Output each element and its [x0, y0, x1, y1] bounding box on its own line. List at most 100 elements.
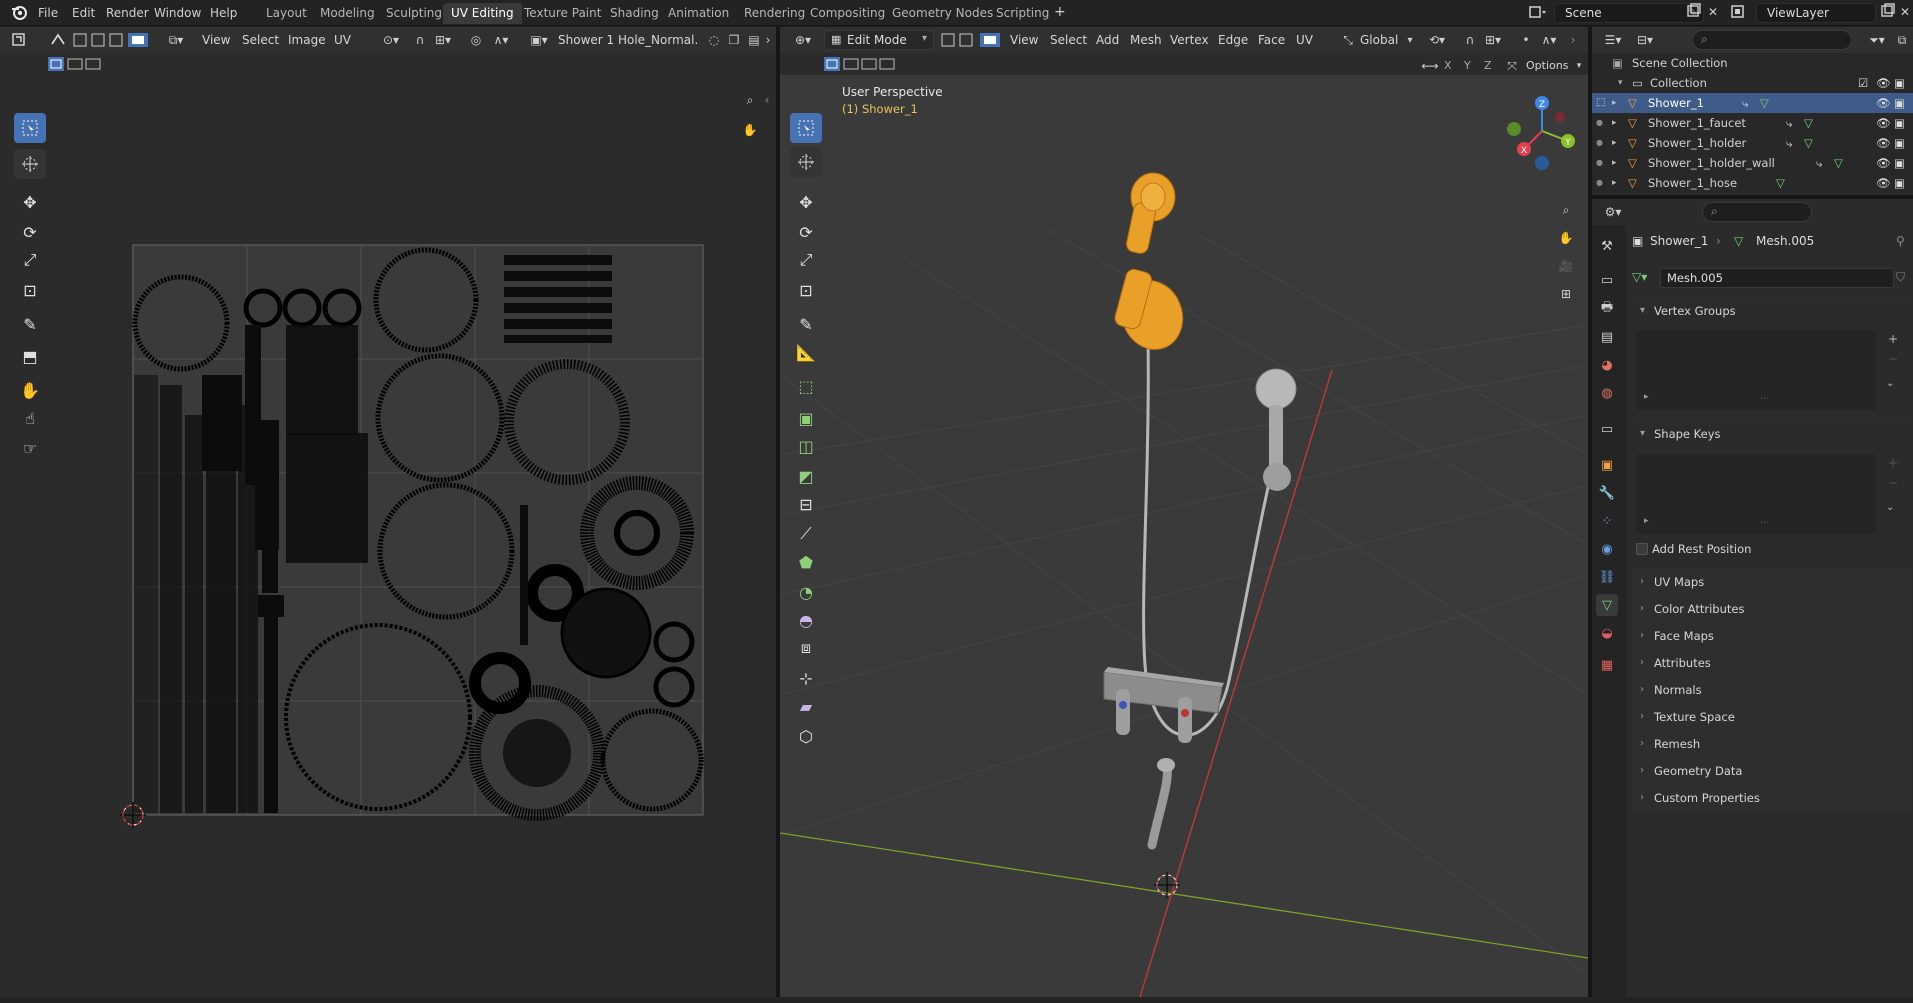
vp-select-box-tool-icon[interactable] — [790, 113, 822, 143]
new-collection-icon[interactable]: ⧉ — [1892, 31, 1912, 49]
uv-sync-icon[interactable] — [48, 31, 68, 49]
snap-element-dropdown[interactable]: ⊞▾ — [1480, 31, 1506, 49]
image-browse-dropdown[interactable]: ▣▾ — [526, 31, 552, 49]
texture-space-panel-header[interactable]: › Texture Space — [1632, 703, 1912, 729]
outliner-item-shower-1[interactable]: ⬚ ▸ ▽ Shower_1 ⤷ ▽ 👁 ▣ — [1592, 93, 1913, 113]
display-mode-dropdown[interactable]: ⊟▾ — [1632, 31, 1658, 49]
scene-field[interactable]: Scene ✎ — [1554, 3, 1704, 23]
visibility-icon[interactable]: 👁 — [1876, 133, 1891, 153]
vp-annotate-tool-icon[interactable]: ✎ — [790, 309, 822, 339]
vp-measure-tool-icon[interactable]: 📐 — [790, 337, 822, 367]
shear-tool-icon[interactable]: ▰ — [790, 691, 822, 721]
shape-keys-panel-header[interactable]: ▾ Shape Keys — [1632, 420, 1912, 446]
vertex-group-specials-icon[interactable]: ⌄ — [1886, 378, 1894, 389]
vp-menu-uv[interactable]: UV — [1296, 32, 1313, 48]
delete-scene-icon[interactable]: ✕ — [1708, 3, 1718, 21]
menu-window[interactable]: Window — [154, 4, 201, 22]
tab-animation[interactable]: Animation — [660, 3, 737, 24]
uv-canvas[interactable] — [0, 75, 776, 997]
new-scene-icon[interactable] — [1686, 3, 1702, 21]
render-tab-icon[interactable]: ▭ — [1596, 269, 1618, 291]
move-tool-icon[interactable]: ✥ — [14, 187, 46, 217]
tool-tab-icon[interactable]: ⚒ — [1596, 235, 1618, 257]
bevel-tool-icon[interactable]: ◩ — [790, 461, 822, 491]
output-tab-icon[interactable]: 🖶 — [1596, 298, 1618, 320]
outliner-item-shower-1-hose[interactable]: ● ▸ ▽ Shower_1_hose ▽ 👁 ▣ — [1592, 173, 1913, 193]
pan-hand-icon[interactable]: ✋ — [740, 121, 760, 139]
orientation-dropdown[interactable]: Global — [1360, 32, 1398, 48]
extrude-tool-icon[interactable]: ▣ — [790, 403, 822, 433]
vertex-groups-list[interactable]: ▸ ⋯ — [1636, 330, 1876, 410]
proportional-edit-toggle-icon[interactable]: • — [1516, 31, 1536, 49]
mirror-icon[interactable]: ⟷ — [1420, 57, 1440, 75]
shape-keys-list[interactable]: ▸ ⋯ — [1636, 454, 1876, 534]
expand-icon[interactable]: ▸ — [1612, 133, 1617, 153]
outliner-item-shower-1-faucet[interactable]: ● ▸ ▽ Shower_1_faucet ⤷ ▽ 👁 ▣ — [1592, 113, 1913, 133]
mirror-axis-z[interactable]: Z — [1484, 58, 1492, 74]
list-resize-handle[interactable]: ⋯ — [1760, 518, 1769, 528]
filter-dropdown[interactable]: ⏷▾ — [1864, 31, 1890, 49]
mesh-select-mode-group[interactable] — [940, 31, 1002, 49]
sticky-select-dropdown[interactable]: ⧉▾ — [162, 31, 190, 49]
tab-layout[interactable]: Layout — [258, 3, 315, 24]
cursor-tool-icon[interactable] — [14, 149, 46, 179]
shrink-fatten-tool-icon[interactable]: ⊹ — [790, 663, 822, 693]
uv-menu-view[interactable]: View — [202, 32, 230, 48]
vp-scale-tool-icon[interactable]: ⤢ — [790, 245, 822, 275]
vp-menu-mesh[interactable]: Mesh — [1130, 32, 1162, 48]
object-tab-icon[interactable]: ▣ — [1596, 454, 1618, 476]
transform-tool-icon[interactable]: ⊡ — [14, 275, 46, 305]
collection-expand-icon[interactable]: ▾ — [1618, 73, 1623, 93]
options-chevron-icon[interactable]: ▾ — [1574, 57, 1584, 75]
expand-icon[interactable]: ▸ — [1612, 153, 1617, 173]
rotate-tool-icon[interactable]: ⟳ — [14, 217, 46, 247]
geometry-data-panel-header[interactable]: › Geometry Data — [1632, 757, 1912, 783]
outliner-item-shower-1-holder[interactable]: ● ▸ ▽ Shower_1_holder ⤷ ▽ 👁 ▣ — [1592, 133, 1913, 153]
smooth-tool-icon[interactable]: ◓ — [790, 605, 822, 635]
custom-properties-panel-header[interactable]: › Custom Properties — [1632, 784, 1912, 810]
new-image-icon[interactable]: ❐ — [724, 31, 744, 49]
vertex-groups-panel-header[interactable]: ▾ Vertex Groups — [1632, 297, 1912, 323]
menu-render[interactable]: Render — [106, 4, 149, 22]
orientation-chevron-icon[interactable]: ▾ — [1404, 31, 1416, 49]
add-workspace-icon[interactable]: + — [1054, 3, 1066, 21]
image-name-field[interactable]: Shower 1 Hole_Normal.jpg — [558, 32, 698, 48]
poly-build-tool-icon[interactable]: ⬟ — [790, 547, 822, 577]
vp-header-overflow-icon[interactable]: › — [1566, 31, 1580, 49]
vp-menu-select[interactable]: Select — [1050, 32, 1087, 48]
snap-icon[interactable]: ∩ — [410, 31, 430, 49]
rip-region-tool-icon[interactable]: ⬒ — [14, 341, 46, 371]
visibility-icon[interactable]: 👁 — [1876, 93, 1891, 113]
uv-menu-uv[interactable]: UV — [334, 32, 351, 48]
blender-logo-icon[interactable] — [10, 3, 28, 21]
world-tab-icon[interactable]: ◍ — [1596, 382, 1618, 404]
add-vertex-group-icon[interactable]: + — [1888, 332, 1898, 346]
options-dropdown[interactable]: Options — [1526, 58, 1568, 74]
expand-icon[interactable]: ▸ — [1612, 173, 1617, 193]
vp-menu-vertex[interactable]: Vertex — [1170, 32, 1209, 48]
attributes-panel-header[interactable]: › Attributes — [1632, 649, 1912, 675]
proportional-falloff-dropdown[interactable]: ∧▾ — [488, 31, 514, 49]
pinch-tool-icon[interactable]: ☞ — [14, 433, 46, 463]
menu-help[interactable]: Help — [210, 4, 237, 22]
vp-menu-edge[interactable]: Edge — [1218, 32, 1248, 48]
mirror-axis-x[interactable]: X — [1444, 58, 1452, 74]
vp-select-box-mode-group[interactable] — [822, 55, 900, 73]
render-camera-icon[interactable]: ▣ — [1894, 133, 1905, 153]
add-shape-key-icon[interactable]: + — [1888, 456, 1898, 470]
snap-toggle-icon[interactable]: ∩ — [1460, 31, 1480, 49]
expand-icon[interactable]: ▸ — [1612, 113, 1617, 133]
uv-maps-panel-header[interactable]: › UV Maps — [1632, 568, 1912, 594]
tab-modeling[interactable]: Modeling — [312, 3, 383, 24]
new-viewlayer-icon[interactable] — [1880, 3, 1896, 21]
vp-zoom-icon[interactable]: ⌕ — [1556, 201, 1576, 219]
mode-dropdown[interactable]: ▦ Edit Mode ▾ — [824, 30, 934, 50]
vp-menu-view[interactable]: View — [1010, 32, 1038, 48]
add-rest-position-checkbox[interactable] — [1636, 543, 1648, 555]
visibility-icon[interactable]: 👁 — [1876, 153, 1891, 173]
vp-rotate-tool-icon[interactable]: ⟳ — [790, 217, 822, 247]
select-box-mode-group[interactable] — [46, 55, 104, 73]
tab-shading[interactable]: Shading — [602, 3, 667, 24]
open-image-icon[interactable]: ▤ — [744, 31, 764, 49]
tab-compositing[interactable]: Compositing — [802, 3, 893, 24]
